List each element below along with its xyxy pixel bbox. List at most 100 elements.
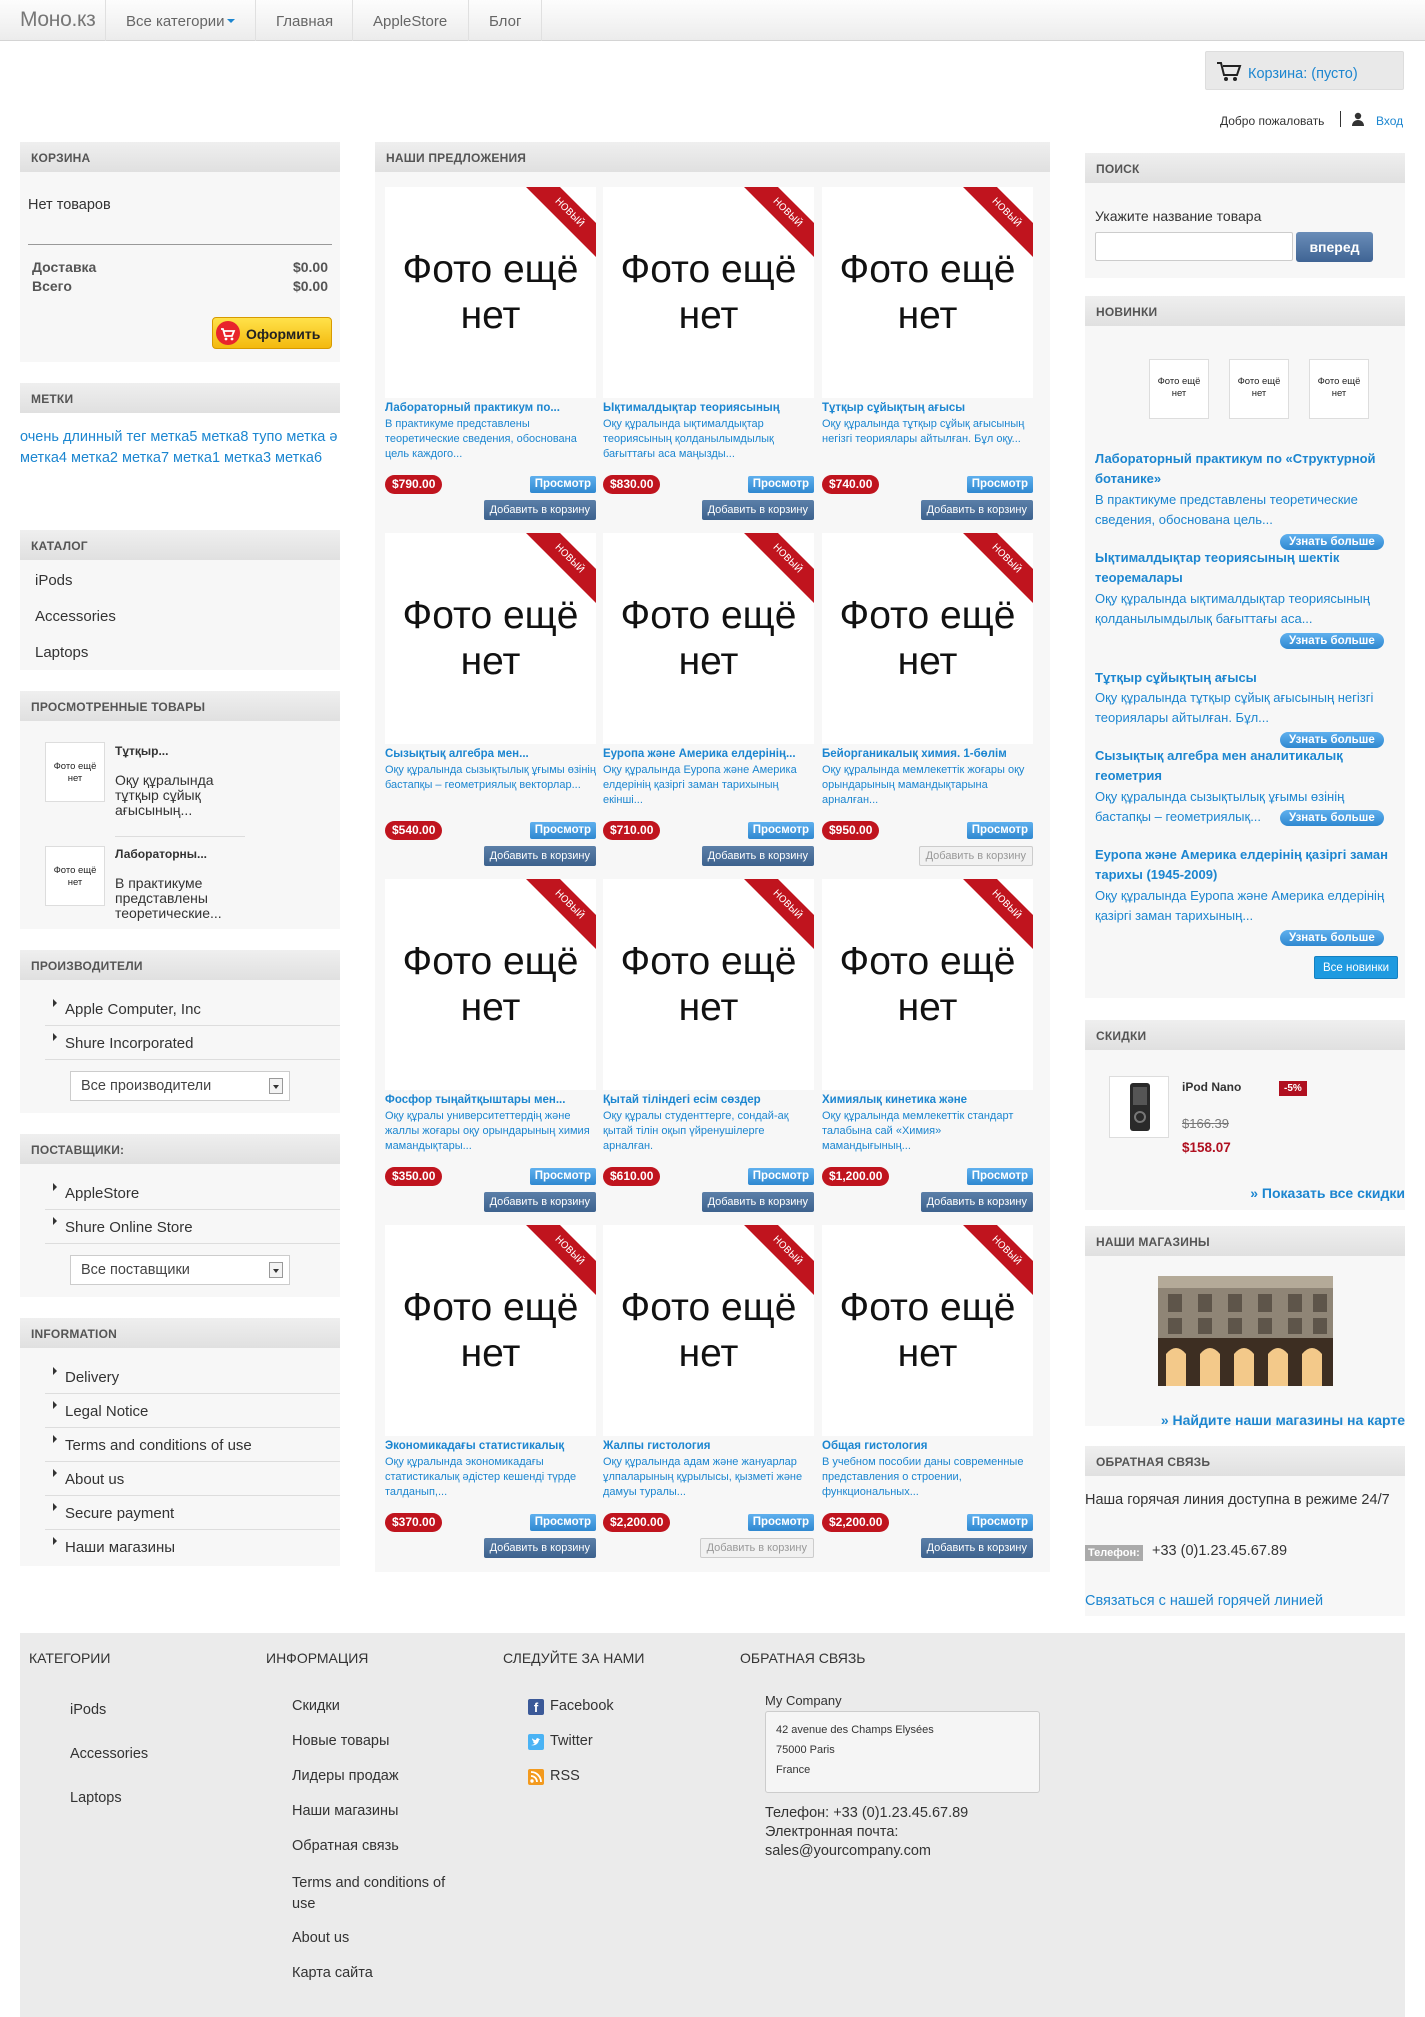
header-cart-button[interactable]: Корзина: (пусто): [1205, 51, 1404, 90]
new-product-title[interactable]: Тұтқыр сұйықтың ағысы: [1095, 668, 1395, 688]
checkout-button[interactable]: Оформить: [212, 317, 332, 349]
learn-more-button[interactable]: Узнать больше: [1280, 810, 1384, 826]
supplier-item[interactable]: Shure Online Store: [53, 1217, 193, 1236]
product-title[interactable]: Экономикадағы статистикалық: [385, 1440, 596, 1452]
new-product-title[interactable]: Еуропа және Америка елдерінің қазіргі за…: [1095, 845, 1395, 885]
product-image[interactable]: Фото ещё нет НОВЫЙ: [822, 533, 1033, 744]
manufacturers-select[interactable]: Все производители: [70, 1071, 290, 1101]
product-image[interactable]: Фото ещё нет НОВЫЙ: [603, 187, 814, 398]
catalog-item-accessories[interactable]: Accessories: [35, 608, 116, 625]
footer-link-sitemap[interactable]: Карта сайта: [292, 1965, 373, 1981]
add-to-cart-button[interactable]: Добавить в корзину: [483, 1538, 596, 1558]
viewed-thumb[interactable]: Фото ещё нет: [45, 846, 105, 906]
product-image[interactable]: Фото ещё нет НОВЫЙ: [385, 187, 596, 398]
footer-link-discounts[interactable]: Скидки: [292, 1698, 340, 1714]
product-title[interactable]: Ықтималдықтар теориясының: [603, 402, 814, 414]
info-item-about[interactable]: About us: [53, 1469, 124, 1488]
nav-applestore[interactable]: AppleStore: [352, 0, 467, 41]
add-to-cart-button[interactable]: Добавить в корзину: [701, 1192, 814, 1212]
contact-hotline-link[interactable]: Связаться с нашей горячей линией: [1085, 1593, 1323, 1609]
info-item-secure-payment[interactable]: Secure payment: [53, 1503, 174, 1522]
discount-product-name[interactable]: iPod Nano: [1182, 1080, 1241, 1094]
product-title[interactable]: Сызықтық алгебра мен...: [385, 748, 596, 760]
view-product-button[interactable]: Просмотр: [966, 1168, 1033, 1185]
store-photo[interactable]: [1158, 1276, 1333, 1386]
manufacturer-item[interactable]: Apple Computer, Inc: [53, 999, 201, 1018]
new-product-thumb[interactable]: Фото ещё нет: [1309, 359, 1369, 419]
ipod-nano-image[interactable]: [1109, 1076, 1169, 1138]
new-product-title[interactable]: Ықтималдықтар теориясының шектік теорема…: [1095, 548, 1395, 588]
view-product-button[interactable]: Просмотр: [529, 822, 596, 839]
product-title[interactable]: Химиялық кинетика және: [822, 1094, 1033, 1106]
view-product-button[interactable]: Просмотр: [966, 1514, 1033, 1531]
show-all-discounts-link[interactable]: » Показать все скидки: [1250, 1185, 1405, 1201]
nav-all-categories[interactable]: Все категории: [105, 0, 255, 41]
product-image[interactable]: Фото ещё нет НОВЫЙ: [385, 1225, 596, 1436]
nav-home[interactable]: Главная: [255, 0, 353, 41]
product-image[interactable]: Фото ещё нет НОВЫЙ: [385, 879, 596, 1090]
info-item-stores[interactable]: Наши магазины: [53, 1537, 175, 1556]
new-product-thumb[interactable]: Фото ещё нет: [1229, 359, 1289, 419]
add-to-cart-button[interactable]: Добавить в корзину: [699, 1538, 814, 1558]
suppliers-select[interactable]: Все поставщики: [70, 1255, 290, 1285]
search-submit-button[interactable]: вперед: [1296, 232, 1373, 262]
new-product-thumb[interactable]: Фото ещё нет: [1149, 359, 1209, 419]
footer-link-new-products[interactable]: Новые товары: [292, 1733, 389, 1749]
product-title[interactable]: Фосфор тыңайтқыштары мен...: [385, 1094, 596, 1106]
product-image[interactable]: Фото ещё нет НОВЫЙ: [822, 1225, 1033, 1436]
product-title[interactable]: Общая гистология: [822, 1440, 1033, 1452]
add-to-cart-button[interactable]: Добавить в корзину: [483, 846, 596, 866]
site-logo[interactable]: Моно.кз: [20, 8, 96, 32]
product-image[interactable]: Фото ещё нет НОВЫЙ: [822, 187, 1033, 398]
add-to-cart-button[interactable]: Добавить в корзину: [701, 846, 814, 866]
footer-category-laptops[interactable]: Laptops: [70, 1790, 122, 1806]
new-product-title[interactable]: Сызықтық алгебра мен аналитикалық геомет…: [1095, 746, 1395, 786]
view-product-button[interactable]: Просмотр: [529, 476, 596, 493]
add-to-cart-button[interactable]: Добавить в корзину: [701, 500, 814, 520]
product-title[interactable]: Тұтқыр сұйықтың ағысы: [822, 402, 1033, 414]
add-to-cart-button[interactable]: Добавить в корзину: [920, 1192, 1033, 1212]
footer-link-bestsellers[interactable]: Лидеры продаж: [292, 1768, 399, 1784]
twitter-link[interactable]: Twitter: [528, 1733, 593, 1750]
product-title[interactable]: Қытай тіліндегі есім сөздер: [603, 1094, 814, 1106]
find-stores-link[interactable]: » Найдите наши магазины на карте: [1161, 1412, 1405, 1428]
view-product-button[interactable]: Просмотр: [529, 1168, 596, 1185]
learn-more-button[interactable]: Узнать больше: [1280, 633, 1384, 649]
footer-link-about[interactable]: About us: [292, 1930, 349, 1946]
supplier-item[interactable]: AppleStore: [53, 1183, 139, 1202]
nav-blog[interactable]: Блог: [468, 0, 543, 41]
learn-more-button[interactable]: Узнать больше: [1280, 930, 1384, 946]
footer-category-accessories[interactable]: Accessories: [70, 1746, 148, 1762]
product-image[interactable]: Фото ещё нет НОВЫЙ: [603, 533, 814, 744]
login-link[interactable]: Вход: [1376, 114, 1403, 128]
all-new-products-button[interactable]: Все новинки: [1314, 956, 1399, 979]
info-item-delivery[interactable]: Delivery: [53, 1367, 119, 1386]
add-to-cart-button[interactable]: Добавить в корзину: [483, 1192, 596, 1212]
tag-cloud[interactable]: очень длинный тег метка5 метка8 тупо мет…: [20, 427, 342, 469]
search-input[interactable]: [1095, 232, 1293, 261]
view-product-button[interactable]: Просмотр: [966, 822, 1033, 839]
viewed-item-name[interactable]: Тұтқыр...: [115, 744, 168, 758]
footer-link-stores[interactable]: Наши магазины: [292, 1803, 398, 1819]
view-product-button[interactable]: Просмотр: [747, 1514, 814, 1531]
add-to-cart-button[interactable]: Добавить в корзину: [920, 1538, 1033, 1558]
new-product-title[interactable]: Лабораторный практикум по «Структурной б…: [1095, 449, 1395, 489]
product-image[interactable]: Фото ещё нет НОВЫЙ: [603, 1225, 814, 1436]
product-image[interactable]: Фото ещё нет НОВЫЙ: [822, 879, 1033, 1090]
product-image[interactable]: Фото ещё нет НОВЫЙ: [385, 533, 596, 744]
viewed-thumb[interactable]: Фото ещё нет: [45, 742, 105, 802]
product-title[interactable]: Бейорганикалық химия. 1-бөлім: [822, 748, 1033, 760]
product-title[interactable]: Жалпы гистология: [603, 1440, 814, 1452]
product-image[interactable]: Фото ещё нет НОВЫЙ: [603, 879, 814, 1090]
product-title[interactable]: Еуропа және Америка елдерінің...: [603, 748, 814, 760]
add-to-cart-button[interactable]: Добавить в корзину: [483, 500, 596, 520]
footer-link-contact[interactable]: Обратная связь: [292, 1838, 399, 1854]
info-item-terms[interactable]: Terms and conditions of use: [53, 1435, 252, 1454]
view-product-button[interactable]: Просмотр: [966, 476, 1033, 493]
view-product-button[interactable]: Просмотр: [747, 476, 814, 493]
email-link[interactable]: sales@yourcompany.com: [765, 1843, 931, 1859]
footer-link-terms[interactable]: Terms and conditions of use: [292, 1873, 462, 1915]
view-product-button[interactable]: Просмотр: [747, 1168, 814, 1185]
add-to-cart-button[interactable]: Добавить в корзину: [920, 500, 1033, 520]
info-item-legal[interactable]: Legal Notice: [53, 1401, 148, 1420]
